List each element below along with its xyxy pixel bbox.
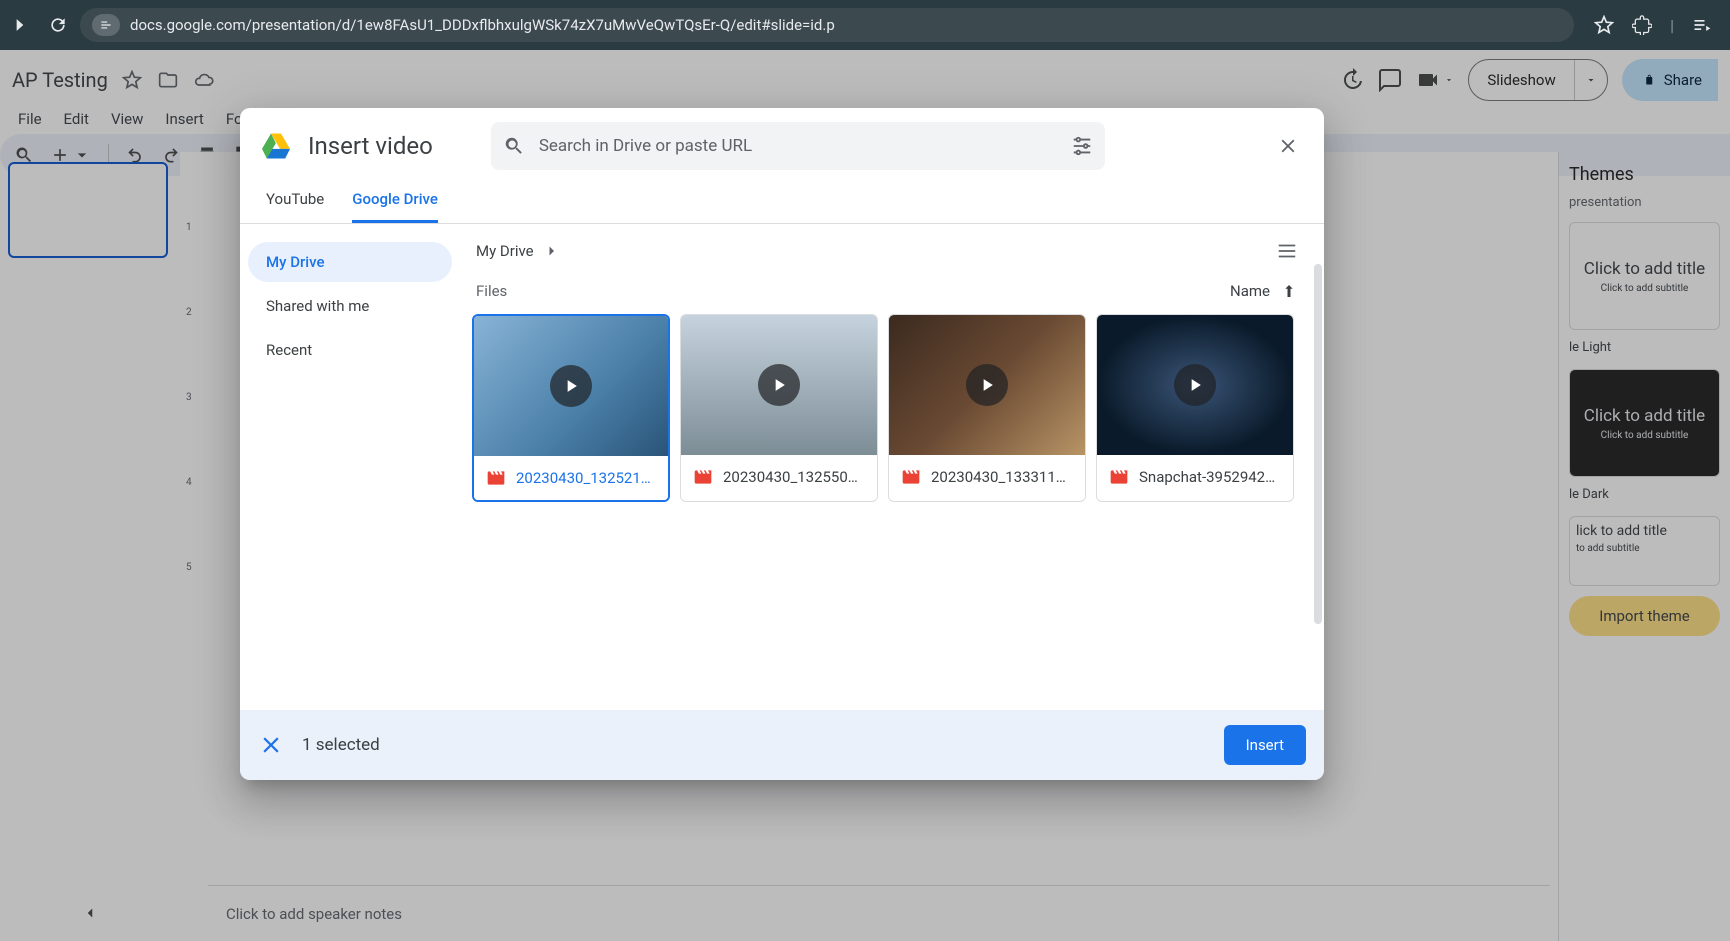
modal-title: Insert video (308, 132, 433, 160)
modal-tabs: YouTube Google Drive (240, 178, 1324, 224)
file-item[interactable]: 20230430_132550… (680, 314, 878, 502)
playlist-icon[interactable] (1692, 15, 1712, 35)
site-info-icon[interactable] (92, 14, 120, 36)
file-name: 20230430_132550… (723, 468, 858, 486)
sidebar-item-shared[interactable]: Shared with me (248, 286, 452, 326)
url-bar[interactable]: docs.google.com/presentation/d/1ew8FAsU1… (80, 8, 1574, 42)
file-item[interactable]: 20230430_132521… (472, 314, 670, 502)
sidebar-item-mydrive[interactable]: My Drive (248, 242, 452, 282)
close-button[interactable] (1272, 130, 1304, 162)
file-label: Snapchat-3952942… (1097, 455, 1293, 499)
chevron-right-icon (542, 242, 560, 260)
sort-toggle[interactable]: Name (1230, 282, 1298, 300)
tab-google-drive[interactable]: Google Drive (352, 190, 438, 223)
file-item[interactable]: 20230430_133311… (888, 314, 1086, 502)
play-icon (758, 364, 800, 406)
file-label: 20230430_132521… (474, 456, 668, 500)
insert-video-modal: Insert video YouTube Google Drive My Dri… (240, 108, 1324, 780)
search-box[interactable] (491, 122, 1105, 170)
drive-logo-icon (262, 133, 290, 159)
filter-icon[interactable] (1071, 135, 1093, 157)
modal-footer: 1 selected Insert (240, 710, 1324, 780)
file-grid: 20230430_132521… 20230430_132550… 202304… (472, 314, 1302, 502)
file-name: 20230430_132521… (516, 469, 651, 487)
video-file-icon (486, 468, 506, 488)
tab-youtube[interactable]: YouTube (266, 190, 324, 223)
insert-button[interactable]: Insert (1224, 725, 1306, 765)
url-text: docs.google.com/presentation/d/1ew8FAsU1… (130, 16, 835, 34)
list-view-icon[interactable] (1276, 240, 1298, 262)
extensions-icon[interactable] (1632, 15, 1652, 35)
drive-content: My Drive Files Name 20230430_132521… (460, 224, 1324, 710)
deselect-button[interactable] (258, 732, 284, 758)
file-label: 20230430_132550… (681, 455, 877, 499)
reload-icon[interactable] (48, 15, 68, 35)
file-thumbnail (681, 315, 877, 455)
file-thumbnail (889, 315, 1085, 455)
sidebar-item-recent[interactable]: Recent (248, 330, 452, 370)
search-icon (503, 135, 525, 157)
browser-chrome: docs.google.com/presentation/d/1ew8FAsU1… (0, 0, 1730, 50)
selection-count: 1 selected (302, 735, 380, 755)
file-label: 20230430_133311… (889, 455, 1085, 499)
breadcrumb[interactable]: My Drive (476, 242, 560, 260)
file-name: Snapchat-3952942… (1139, 468, 1275, 486)
play-icon (1174, 364, 1216, 406)
video-file-icon (1109, 467, 1129, 487)
search-input[interactable] (539, 136, 1057, 156)
files-label: Files (476, 282, 507, 300)
play-icon (550, 365, 592, 407)
video-file-icon (693, 467, 713, 487)
file-item[interactable]: Snapchat-3952942… (1096, 314, 1294, 502)
scrollbar[interactable] (1314, 264, 1322, 624)
close-icon (1277, 135, 1299, 157)
bookmark-icon[interactable] (1594, 15, 1614, 35)
forward-icon[interactable] (10, 15, 30, 35)
file-thumbnail (474, 316, 668, 456)
sort-arrow-icon (1280, 282, 1298, 300)
file-name: 20230430_133311… (931, 468, 1066, 486)
play-icon (966, 364, 1008, 406)
file-thumbnail (1097, 315, 1293, 455)
video-file-icon (901, 467, 921, 487)
drive-sidebar: My Drive Shared with me Recent (240, 224, 460, 710)
